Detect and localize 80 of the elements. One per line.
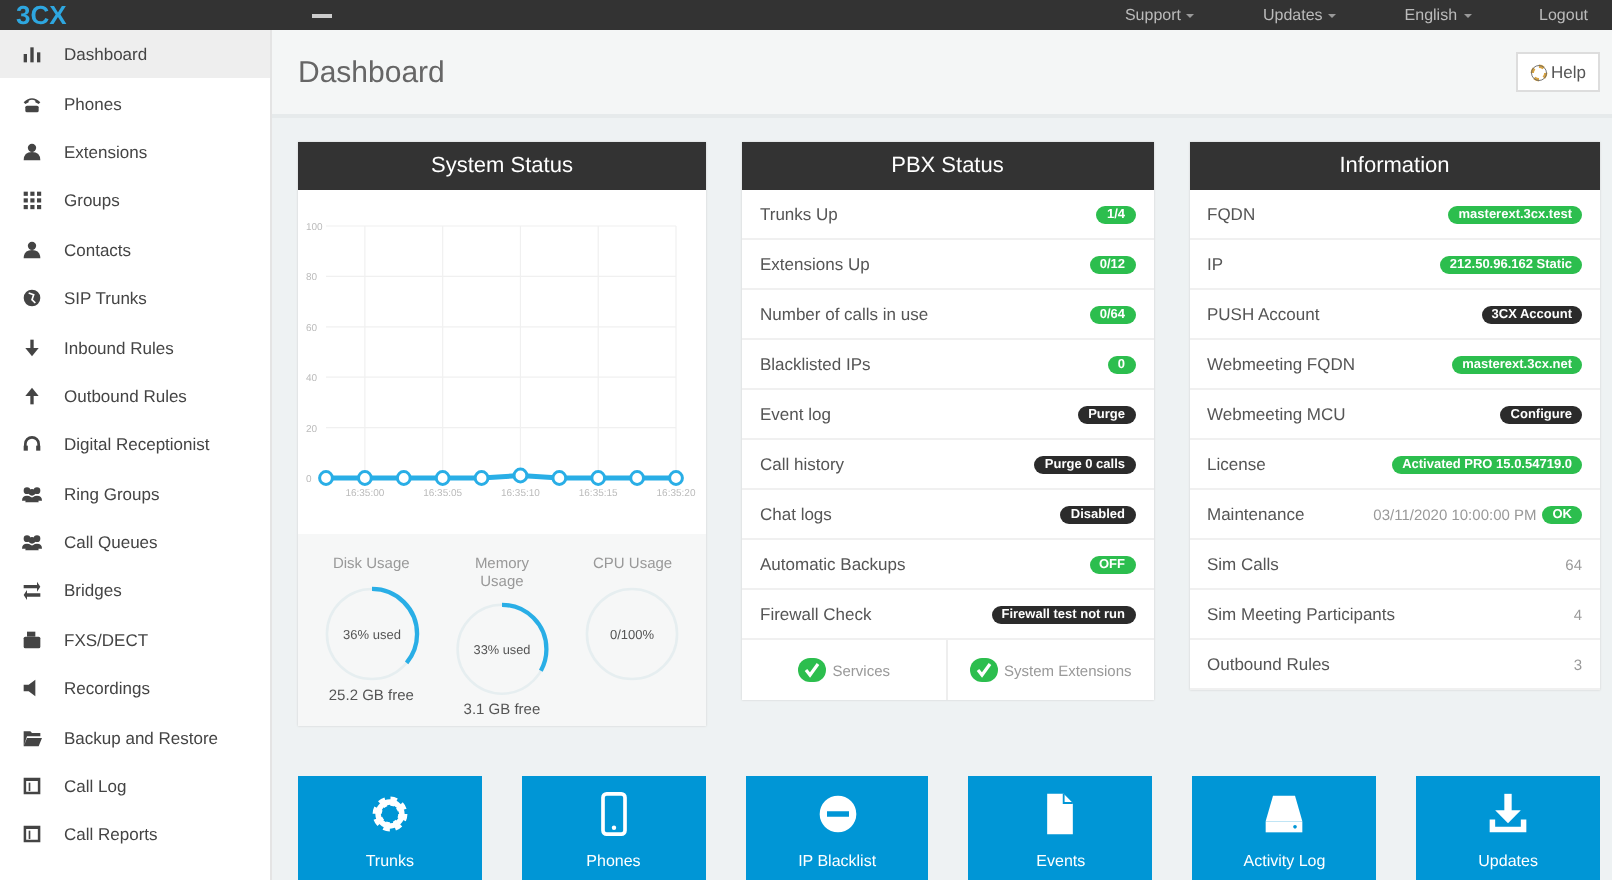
data-point [357,470,373,486]
data-point [668,470,684,486]
sidebar-item[interactable]: SIP Trunks [0,273,270,323]
data-point [629,470,645,486]
caret-icon [1186,13,1195,17]
sidebar-item[interactable]: FXS/DECT [0,615,270,665]
sidebar-item[interactable]: Outbound Rules [0,371,270,421]
row-label: FQDN [1207,204,1256,224]
panel-title: Information [1189,142,1600,190]
sidebar-item[interactable]: Ring Groups [0,469,270,518]
help-button[interactable]: Help [1515,52,1600,92]
data-point [434,470,451,486]
caret-icon [1328,13,1337,17]
top-menu-link[interactable]: Updates [1262,0,1337,30]
row-label: Maintenance [1207,504,1305,524]
row-label: PUSH Account [1207,304,1320,324]
gear-icon [367,792,412,836]
globe-icon [22,288,42,309]
sidebar-item[interactable]: Extensions [0,127,270,177]
table-icon [22,776,42,797]
row-label: Trunks Up [760,204,838,224]
folder-icon [22,727,42,748]
user-icon [22,141,42,162]
row-label: Call history [760,454,845,474]
headset-icon [22,434,42,455]
data-point [590,470,607,486]
user-icon [22,239,42,260]
row-label: Sim Calls [1207,554,1279,574]
panel-title: PBX Status [742,142,1153,190]
grid-icon [22,190,42,211]
users-icon [22,483,42,504]
row-label: IP [1207,254,1224,274]
top-menu-link[interactable]: Support [1124,0,1195,30]
sidebar-item[interactable]: Digital Receptionist [0,420,270,470]
phone-icon [22,93,42,114]
sidebar-item[interactable]: Recordings [0,664,270,713]
panel-title: System Status [298,142,706,190]
row-label: Webmeeting FQDN [1207,354,1356,374]
data-point [512,467,529,484]
sidebar-item[interactable]: Call Log [0,761,270,811]
data-point [395,470,412,486]
drive-icon [1262,792,1307,836]
sidebar-item[interactable]: Contacts [0,225,270,274]
download-icon [1486,792,1531,836]
top-menu-link[interactable]: Logout [1539,0,1588,30]
down-icon [22,337,42,358]
row-label: Blacklisted IPs [760,354,871,374]
table-icon [22,824,42,845]
page-title: Dashboard [298,55,445,89]
bars-icon [22,44,42,65]
up-icon [22,385,42,406]
row-label: Extensions Up [760,254,870,274]
sidebar-item[interactable]: Dashboard [0,30,270,79]
top-menu-link[interactable]: English [1404,0,1472,30]
row-label: Chat logs [760,504,832,524]
row-label: Firewall Check [760,604,872,624]
caret-icon [1463,13,1472,17]
sidebar-item[interactable]: Backup and Restore [0,712,270,762]
row-label: Event log [760,404,831,424]
row-label: Webmeeting MCU [1207,404,1346,424]
sidebar-item[interactable]: Inbound Rules [0,322,270,372]
sidebar-item[interactable]: Call Reports [0,810,270,860]
minus-icon [815,792,860,836]
row-label: Sim Meeting Participants [1207,604,1396,624]
users-icon [22,532,42,553]
lifebuoy-icon [1529,63,1548,81]
row-label: Number of calls in use [760,304,929,324]
sidebar-item[interactable]: Bridges [0,566,270,616]
sidebar-item[interactable]: Call Queues [0,517,270,567]
logo: 3CX [16,0,69,30]
data-point [551,470,568,486]
row-label: Automatic Backups [760,554,906,574]
data-point [318,470,334,486]
fax-icon [22,629,42,650]
row-label: License [1207,454,1266,474]
sidebar-item[interactable]: Groups [0,176,270,226]
sidebar-item[interactable]: Phones [0,78,270,128]
swap-icon [22,580,42,601]
data-point [473,470,490,486]
row-label: Outbound Rules [1207,654,1330,674]
